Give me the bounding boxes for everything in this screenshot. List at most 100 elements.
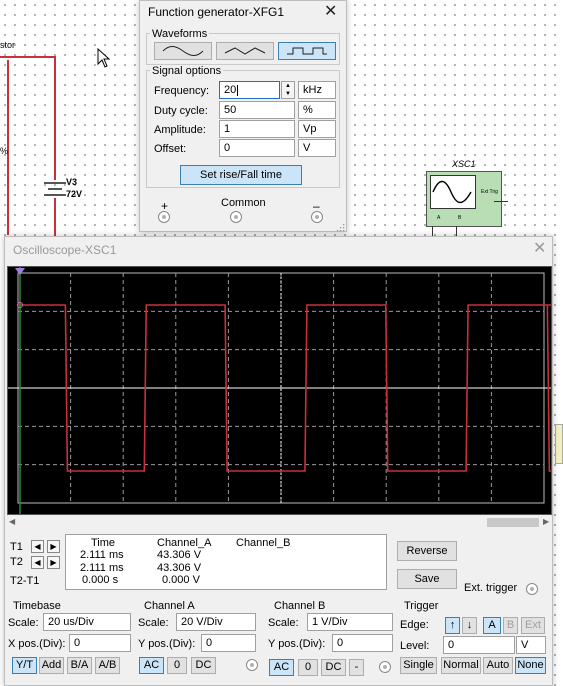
square-wave-button[interactable] xyxy=(278,42,336,60)
scroll-left-icon[interactable]: ◀ xyxy=(9,517,15,526)
t2-right-arrow-icon[interactable]: ▶ xyxy=(47,556,60,569)
trigger-auto-button[interactable]: Auto xyxy=(483,657,513,674)
timebase-xpos-input[interactable]: 0 xyxy=(69,634,131,652)
delta-time: 0.000 s xyxy=(82,574,119,586)
t2-t1-label: T2-T1 xyxy=(10,575,40,587)
trigger-level-unit[interactable]: V xyxy=(516,636,546,654)
duty-cycle-unit[interactable]: % xyxy=(298,101,336,119)
trigger-single-button[interactable]: Single xyxy=(400,657,437,674)
add-mode-button[interactable]: Add xyxy=(39,657,64,674)
t1-right-arrow-icon[interactable]: ▶ xyxy=(47,540,60,553)
channel-b-dc-button[interactable]: DC xyxy=(321,659,346,676)
t1-time: 2.111 ms xyxy=(80,549,124,561)
mouse-cursor-icon xyxy=(97,48,111,68)
channel-b-scale-input[interactable]: 1 V/Div xyxy=(307,613,393,631)
source-name: V3 xyxy=(66,177,78,187)
channel-b-invert-button[interactable]: - xyxy=(349,659,364,676)
amplitude-label: Amplitude: xyxy=(154,124,206,136)
frequency-unit-select[interactable]: kHz xyxy=(298,81,336,99)
horizontal-scrollbar[interactable]: ◀ ▶ xyxy=(7,517,552,528)
trigger-source-a-button[interactable]: A xyxy=(483,617,501,634)
wire xyxy=(54,198,56,238)
falling-edge-icon[interactable]: ↓ xyxy=(462,617,477,634)
trigger-source-b-button[interactable]: B xyxy=(503,617,518,634)
channel-a-ypos-input[interactable]: 0 xyxy=(201,634,256,652)
close-icon[interactable]: ✕ xyxy=(324,4,337,20)
wire xyxy=(54,56,56,180)
trigger-source-ext-button[interactable]: Ext xyxy=(521,617,545,634)
resize-grip-icon[interactable] xyxy=(336,223,345,232)
common-terminal[interactable] xyxy=(230,211,242,223)
window-title: Function generator-XFG1 xyxy=(148,5,285,19)
cursor-marker-icon xyxy=(15,268,25,275)
trigger-none-button[interactable]: None xyxy=(515,657,546,674)
channel-a-ypos-label: Y pos.(Div): xyxy=(138,638,196,650)
channel-b-terminal[interactable] xyxy=(379,661,391,673)
channel-b-ypos-input[interactable]: 0 xyxy=(332,634,393,652)
channel-a-label: Channel A xyxy=(144,600,195,612)
ext-trigger-terminal[interactable] xyxy=(526,583,538,595)
offset-unit-select[interactable]: V xyxy=(298,139,336,157)
channel-a-ac-button[interactable]: AC xyxy=(139,657,164,674)
rising-edge-icon[interactable]: ↑ xyxy=(445,617,460,634)
offset-label: Offset: xyxy=(154,143,187,155)
frequency-input[interactable]: 20 xyxy=(219,81,280,99)
triangle-wave-button[interactable] xyxy=(216,42,274,60)
scope-symbol[interactable]: Ext Trig A B xyxy=(426,171,502,227)
t1-left-arrow-icon[interactable]: ◀ xyxy=(31,540,44,553)
amplitude-unit-select[interactable]: Vp xyxy=(298,120,336,138)
timebase-xpos-label: X pos.(Div): xyxy=(8,638,66,650)
offscreen-component xyxy=(555,424,563,464)
save-button[interactable]: Save xyxy=(397,569,457,589)
scope-term-a: A xyxy=(437,215,441,221)
trigger-normal-button[interactable]: Normal xyxy=(441,657,481,674)
duty-cycle-input[interactable]: 50 xyxy=(219,101,295,119)
channel-a-dc-button[interactable]: DC xyxy=(191,657,216,674)
trigger-level-label: Level: xyxy=(400,640,430,652)
sine-wave-button[interactable] xyxy=(154,42,212,60)
col-header-channel-b: Channel_B xyxy=(236,537,291,549)
channel-a-scale-input[interactable]: 20 V/Div xyxy=(176,613,256,631)
scope-ext-trig-label: Ext Trig xyxy=(481,189,498,195)
scroll-right-icon[interactable]: ▶ xyxy=(543,517,549,526)
channel-b-zero-button[interactable]: 0 xyxy=(298,659,318,676)
common-terminal-label: Common xyxy=(221,197,266,209)
channel-a-zero-button[interactable]: 0 xyxy=(167,657,187,674)
offset-input[interactable]: 0 xyxy=(219,139,295,157)
frequency-spinner[interactable]: ▲ ▼ xyxy=(281,81,295,99)
sine-wave-icon xyxy=(162,46,204,56)
trigger-level-input[interactable]: 0 xyxy=(443,636,515,654)
close-icon[interactable]: ✕ xyxy=(533,241,546,257)
ba-mode-button[interactable]: B/A xyxy=(67,657,92,674)
timebase-scale-input[interactable]: 20 us/Div xyxy=(43,613,131,631)
ab-mode-button[interactable]: A/B xyxy=(95,657,120,674)
frequency-label: Frequency: xyxy=(154,85,210,97)
function-generator-window[interactable]: Function generator-XFG1 ✕ Waveforms Sign… xyxy=(139,0,347,232)
text-caret xyxy=(237,84,239,96)
channel-a-terminal[interactable] xyxy=(246,659,258,671)
spin-down-icon[interactable]: ▼ xyxy=(282,90,294,98)
battery-plate xyxy=(48,188,62,190)
scope-name: XSC1 xyxy=(452,159,476,169)
oscilloscope-screen[interactable] xyxy=(7,266,563,515)
spin-up-icon[interactable]: ▲ xyxy=(282,82,294,90)
reverse-button[interactable]: Reverse xyxy=(397,541,457,561)
timebase-scale-label: Scale: xyxy=(8,617,39,629)
pct-fragment: % xyxy=(0,146,9,156)
channel-b-scale-label: Scale: xyxy=(268,617,299,629)
battery-plate xyxy=(44,194,66,196)
plus-terminal[interactable] xyxy=(158,211,170,223)
minus-terminal[interactable] xyxy=(311,211,323,223)
oscilloscope-window[interactable]: Oscilloscope-XSC1 ✕ ◀ ▶ T1 ◀ ▶ T2 ◀ ▶ T2… xyxy=(4,236,563,686)
square-wave-icon xyxy=(287,47,327,55)
amplitude-input[interactable]: 1 xyxy=(219,120,295,138)
t2-channel-a: 43.306 V xyxy=(157,562,202,574)
channel-b-ac-button[interactable]: AC xyxy=(269,659,294,676)
scope-lead xyxy=(494,201,508,202)
t1-label: T1 xyxy=(10,541,23,553)
frequency-value: 20 xyxy=(224,84,237,96)
scrollbar-thumb[interactable] xyxy=(487,518,539,527)
yt-mode-button[interactable]: Y/T xyxy=(12,657,37,674)
t2-left-arrow-icon[interactable]: ◀ xyxy=(31,556,44,569)
set-rise-fall-time-button[interactable]: Set rise/Fall time xyxy=(180,165,302,185)
